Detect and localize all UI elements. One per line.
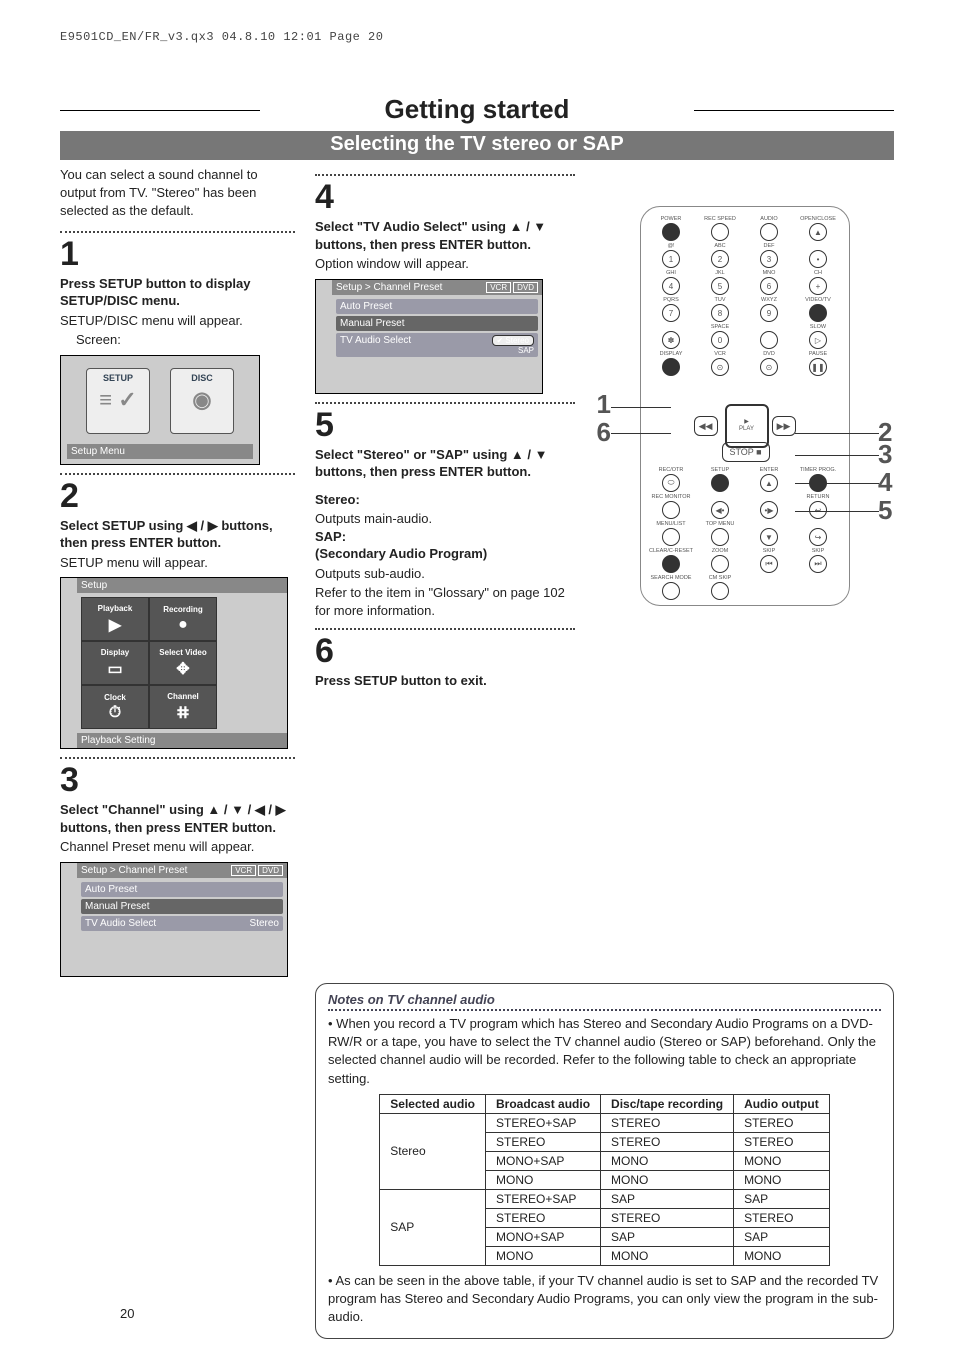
- notes-box: Notes on TV channel audio • When you rec…: [315, 983, 894, 1339]
- step-1-number: 1: [60, 237, 295, 271]
- step-3-menu: Setup > Channel Preset VCRDVD Auto Prese…: [60, 862, 288, 977]
- step-4-menu: Setup > Channel Preset VCRDVD Auto Prese…: [315, 279, 543, 394]
- chapter-title: Getting started: [60, 94, 894, 125]
- step-4-head: Select "TV Audio Select" using ▲ / ▼ but…: [315, 218, 575, 253]
- stop-button: STOP ■: [722, 442, 770, 462]
- step-2-menu: Setup Playback▶ Recording● Display▭ Sele…: [60, 577, 288, 749]
- step-2-number: 2: [60, 479, 295, 513]
- step-5-sap-body: Outputs sub-audio.: [315, 565, 575, 583]
- header-meta: E9501CD_EN/FR_v3.qx3 04.8.10 12:01 Page …: [60, 30, 894, 44]
- step-1-menu: SETUP≡ ✓ DISC◉ Setup Menu: [60, 355, 260, 465]
- setup-tile: SETUP≡ ✓: [86, 368, 150, 434]
- step-6-number: 6: [315, 634, 575, 668]
- step-5-sap-head2: (Secondary Audio Program): [315, 545, 575, 563]
- callout-5: 5: [878, 495, 892, 526]
- step-1-body: SETUP/DISC menu will appear.: [60, 312, 295, 330]
- ff-button: ▶▶: [772, 416, 796, 436]
- step-3-head: Select "Channel" using ▲ / ▼ / ◀ / ▶ but…: [60, 801, 295, 836]
- callout-1: 1: [597, 389, 611, 420]
- step-1-screen-label: Screen:: [60, 331, 295, 349]
- step-2-head: Select SETUP using ◀ / ▶ buttons, then p…: [60, 517, 295, 552]
- table-row: SAPSTEREO+SAPSAPSAP: [380, 1189, 829, 1208]
- step-3-body: Channel Preset menu will appear.: [60, 838, 295, 856]
- step-2-menu-caption: Playback Setting: [77, 733, 287, 748]
- step-1-head: Press SETUP button to display SETUP/DISC…: [60, 275, 295, 310]
- step-4-body: Option window will appear.: [315, 255, 575, 273]
- callout-6: 6: [597, 417, 611, 448]
- table-row: StereoSTEREO+SAPSTEREOSTEREO: [380, 1113, 829, 1132]
- step-3-number: 3: [60, 763, 295, 797]
- remote-diagram: POWER REC SPEED AUDIO OPEN/CLOSE▲ @!1 AB…: [640, 206, 850, 606]
- notes-title: Notes on TV channel audio: [328, 992, 881, 1011]
- page-number: 20: [120, 1306, 134, 1321]
- notes-p2: As can be seen in the above table, if yo…: [328, 1273, 878, 1324]
- section-title: Selecting the TV stereo or SAP: [60, 131, 894, 160]
- rewind-button: ◀◀: [694, 416, 718, 436]
- intro-text: You can select a sound channel to output…: [60, 166, 295, 221]
- disc-tile: DISC◉: [170, 368, 234, 434]
- audio-table: Selected audio Broadcast audio Disc/tape…: [379, 1094, 829, 1266]
- step-4-number: 4: [315, 180, 575, 214]
- step-5-ref: Refer to the item in "Glossary" on page …: [315, 584, 575, 619]
- step-6-head: Press SETUP button to exit.: [315, 672, 575, 690]
- step-5-stereo-head: Stereo:: [315, 491, 575, 509]
- step-5-number: 5: [315, 408, 575, 442]
- notes-p1: When you record a TV program which has S…: [328, 1016, 876, 1086]
- step-2-body: SETUP menu will appear.: [60, 554, 295, 572]
- step-5-sap-head: SAP:: [315, 528, 575, 546]
- callout-4: 4: [878, 467, 892, 498]
- step-5-head: Select "Stereo" or "SAP" using ▲ / ▼ but…: [315, 446, 575, 481]
- callout-3: 3: [878, 439, 892, 470]
- step-1-menu-caption: Setup Menu: [67, 444, 253, 459]
- step-5-stereo-body: Outputs main-audio.: [315, 510, 575, 528]
